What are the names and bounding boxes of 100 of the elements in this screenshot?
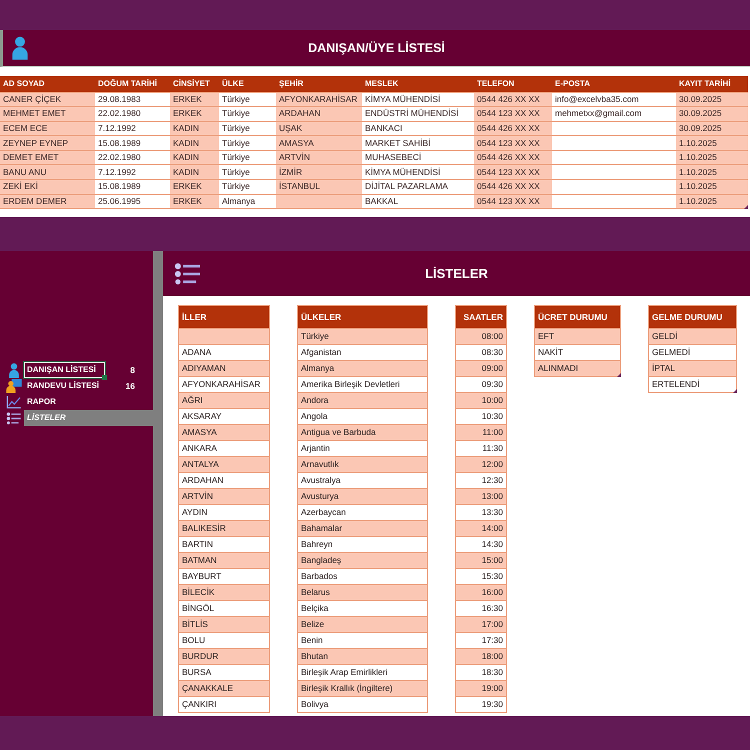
table-cell: KİMYA MÜHENDİSİ bbox=[362, 92, 474, 107]
list-header[interactable]: ÜCRET DURUMU bbox=[534, 305, 621, 329]
sidebar-link[interactable]: DANIŞAN LİSTESİ bbox=[24, 362, 105, 378]
column-header[interactable]: E-POSTA bbox=[552, 76, 676, 92]
table-cell: KİMYA MÜHENDİSİ bbox=[362, 164, 474, 180]
table-cell: 1.10.2025 bbox=[676, 150, 748, 165]
table-cell: Türkiye bbox=[219, 106, 276, 122]
column-header[interactable]: KAYIT TARİHİ bbox=[676, 76, 748, 92]
table-cell: ENDÜSTRİ MÜHENDİSİ bbox=[362, 106, 474, 122]
table-cell: ECEM ECE bbox=[0, 121, 95, 136]
table-cell: 15.08.1989 bbox=[95, 180, 170, 194]
list-cell: BURSA bbox=[178, 665, 270, 681]
table-cell: ZEYNEP EYNEP bbox=[0, 136, 95, 150]
list-cell: Antigua ve Barbuda bbox=[297, 425, 428, 441]
sidebar-link[interactable]: LİSTELER bbox=[24, 410, 153, 426]
column-header[interactable]: ŞEHİR bbox=[276, 76, 362, 92]
list-cell: Belarus bbox=[297, 585, 428, 601]
list-cell: Barbados bbox=[297, 569, 428, 585]
list-cell: GELDİ bbox=[648, 329, 737, 345]
list-cell: Arnavutlık bbox=[297, 457, 428, 473]
sidebar-link[interactable]: RANDEVU LİSTESİ bbox=[24, 378, 105, 394]
list-cell: Azerbaycan bbox=[297, 505, 428, 521]
table-cell: Türkiye bbox=[219, 180, 276, 194]
table-cell: 15.08.1989 bbox=[95, 136, 170, 150]
sidebar-link[interactable]: RAPOR bbox=[24, 394, 105, 410]
column-header[interactable]: CİNSİYET bbox=[170, 76, 219, 92]
list-header[interactable]: İLLER bbox=[178, 305, 270, 329]
list-cell: Bolivya bbox=[297, 697, 428, 713]
table-cell: 0544 426 XX XX bbox=[474, 180, 552, 194]
table-cell: ERKEK bbox=[170, 92, 219, 107]
list-header[interactable]: GELME DURUMU bbox=[648, 305, 737, 329]
list-cell: Birleşik Krallık (İngiltere) bbox=[297, 681, 428, 697]
list-cell: 13:30 bbox=[455, 505, 507, 521]
table-cell: 25.06.1995 bbox=[95, 194, 170, 209]
table-cell: BAKKAL bbox=[362, 194, 474, 209]
list-cell: 18:00 bbox=[455, 649, 507, 665]
list-cell: Andora bbox=[297, 393, 428, 409]
table-cell: ERKEK bbox=[170, 106, 219, 122]
column-header[interactable]: TELEFON bbox=[474, 76, 552, 92]
resize-handle-icon[interactable] bbox=[617, 373, 621, 377]
presentation-icon bbox=[6, 379, 22, 393]
list-cell: BATMAN bbox=[178, 553, 270, 569]
list-icon bbox=[174, 262, 200, 286]
resize-handle-icon[interactable] bbox=[744, 205, 748, 210]
column-header[interactable]: ÜLKE bbox=[219, 76, 276, 92]
list-cell: 09:30 bbox=[455, 377, 507, 393]
list-cell: 14:00 bbox=[455, 521, 507, 537]
list-header[interactable]: ÜLKELER bbox=[297, 305, 428, 329]
table-cell: ERKEK bbox=[170, 194, 219, 209]
table-cell: 0544 123 XX XX bbox=[474, 136, 552, 150]
table-cell: 0544 123 XX XX bbox=[474, 194, 552, 209]
column-header[interactable]: AD SOYAD bbox=[0, 76, 95, 92]
table-cell: BANKACI bbox=[362, 121, 474, 136]
list-cell: BİTLİS bbox=[178, 617, 270, 633]
column-header[interactable]: MESLEK bbox=[362, 76, 474, 92]
list-cell: ÇANAKKALE bbox=[178, 681, 270, 697]
table-cell: Türkiye bbox=[219, 150, 276, 165]
list-cell: 17:00 bbox=[455, 617, 507, 633]
list-cell: Angola bbox=[297, 409, 428, 425]
list-cell: 16:30 bbox=[455, 601, 507, 617]
list-cell: EFT bbox=[534, 329, 621, 345]
table-cell: info@excelvba35.com bbox=[552, 92, 676, 107]
list-cell: Bangladeş bbox=[297, 553, 428, 569]
table-cell: 1.10.2025 bbox=[676, 180, 748, 194]
resize-handle-icon[interactable] bbox=[733, 389, 737, 393]
table-cell: MARKET SAHİBİ bbox=[362, 136, 474, 150]
list-cell: AĞRI bbox=[178, 393, 270, 409]
list-cell: 10:00 bbox=[455, 393, 507, 409]
list-cell: NAKİT bbox=[534, 345, 621, 361]
table-cell: ZEKİ EKİ bbox=[0, 180, 95, 194]
list-cell: 09:00 bbox=[455, 361, 507, 377]
table-cell: ARDAHAN bbox=[276, 106, 362, 122]
list-cell: ANKARA bbox=[178, 441, 270, 457]
table-cell: Türkiye bbox=[219, 164, 276, 180]
list-cell: İPTAL bbox=[648, 361, 737, 377]
list-cell: Bhutan bbox=[297, 649, 428, 665]
table-cell: Türkiye bbox=[219, 121, 276, 136]
list-cell: ADIYAMAN bbox=[178, 361, 270, 377]
table-cell: 7.12.1992 bbox=[95, 121, 170, 136]
list-cell: 15:00 bbox=[455, 553, 507, 569]
table-cell: 0544 426 XX XX bbox=[474, 92, 552, 107]
list-cell: ALINMADI bbox=[534, 361, 621, 377]
table-cell: BANU ANU bbox=[0, 164, 95, 180]
list-cell: ÇANKIRI bbox=[178, 697, 270, 713]
list-cell: Benin bbox=[297, 633, 428, 649]
table-cell: İSTANBUL bbox=[276, 180, 362, 194]
table-cell: 1.10.2025 bbox=[676, 164, 748, 180]
list-cell: 13:00 bbox=[455, 489, 507, 505]
fill-handle-icon bbox=[102, 375, 107, 380]
column-header[interactable]: DOĞUM TARİHİ bbox=[95, 76, 170, 92]
line-chart-icon bbox=[6, 396, 21, 408]
table-cell: 30.09.2025 bbox=[676, 121, 748, 136]
table-cell: 30.09.2025 bbox=[676, 106, 748, 122]
list-cell: ANTALYA bbox=[178, 457, 270, 473]
list-cell: 19:30 bbox=[455, 697, 507, 713]
list-header[interactable]: SAATLER bbox=[455, 305, 507, 329]
list-cell: BALIKESİR bbox=[178, 521, 270, 537]
list-cell: AYDIN bbox=[178, 505, 270, 521]
list-cell: Bahamalar bbox=[297, 521, 428, 537]
item-count: 8 bbox=[130, 364, 136, 376]
